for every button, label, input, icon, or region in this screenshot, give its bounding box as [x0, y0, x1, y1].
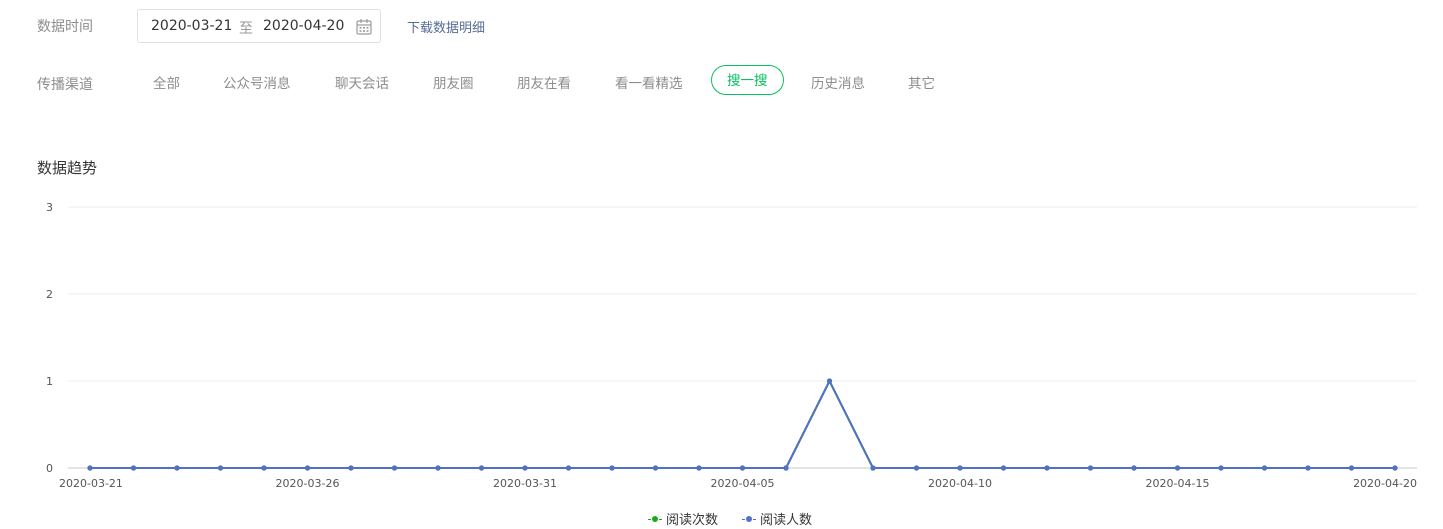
x-tick-label: 2020-04-10	[928, 477, 992, 490]
data-point	[870, 465, 876, 471]
series-line-0	[90, 380, 1395, 469]
article-analytics-panel: 数据时间 2020-03-21 至 2020-04-20 下载数据明细 传播渠道…	[0, 0, 1443, 529]
data-point	[1000, 465, 1007, 471]
data-point	[1131, 465, 1137, 471]
x-tick-label: 2020-03-26	[276, 477, 340, 490]
series-line-1	[90, 380, 1395, 469]
data-point	[174, 465, 180, 471]
data-point	[1174, 465, 1181, 471]
data-point	[1392, 465, 1398, 471]
y-tick-label: 2	[46, 288, 53, 301]
data-point	[957, 465, 963, 471]
data-point	[1044, 465, 1050, 471]
data-point	[304, 465, 311, 471]
data-point	[1218, 465, 1224, 471]
legend-swatch-readers	[742, 515, 756, 523]
data-point	[522, 465, 528, 471]
y-tick-label: 3	[46, 201, 53, 214]
x-tick-label: 2020-04-05	[711, 477, 775, 490]
data-point	[1261, 465, 1268, 471]
data-point	[1348, 465, 1355, 471]
legend-label-readers: 阅读人数	[760, 513, 813, 528]
x-tick-label: 2020-04-15	[1146, 477, 1210, 490]
data-point	[826, 378, 833, 384]
legend-swatch-reads	[648, 515, 662, 523]
data-point	[348, 465, 354, 471]
x-tick-label: 2020-03-21	[59, 477, 123, 490]
data-point	[739, 465, 746, 471]
trend-chart: 0 1 2 3 2020-03-21 2020-03-26 2020-03-31 2020-0…	[46, 201, 1417, 490]
data-point	[913, 465, 920, 471]
x-tick-label: 2020-03-31	[493, 477, 557, 490]
data-point	[478, 465, 485, 471]
legend-item-readers[interactable]: 阅读人数	[742, 509, 812, 528]
data-point	[696, 465, 702, 471]
data-point	[130, 465, 137, 471]
data-point	[87, 465, 93, 471]
data-point	[391, 465, 398, 471]
data-point	[435, 465, 441, 471]
y-tick-label: 1	[46, 375, 53, 388]
legend-item-reads[interactable]: 阅读次数	[648, 509, 718, 528]
data-point	[652, 465, 659, 471]
data-point	[261, 465, 267, 471]
data-point	[217, 465, 224, 471]
data-point	[1087, 465, 1094, 471]
y-tick-label: 0	[46, 462, 53, 475]
data-point	[783, 465, 789, 471]
x-tick-label: 2020-04-20	[1353, 477, 1417, 490]
data-point	[565, 465, 572, 471]
data-point	[1305, 465, 1311, 471]
legend-label-reads: 阅读次数	[666, 513, 719, 528]
data-point	[609, 465, 615, 471]
